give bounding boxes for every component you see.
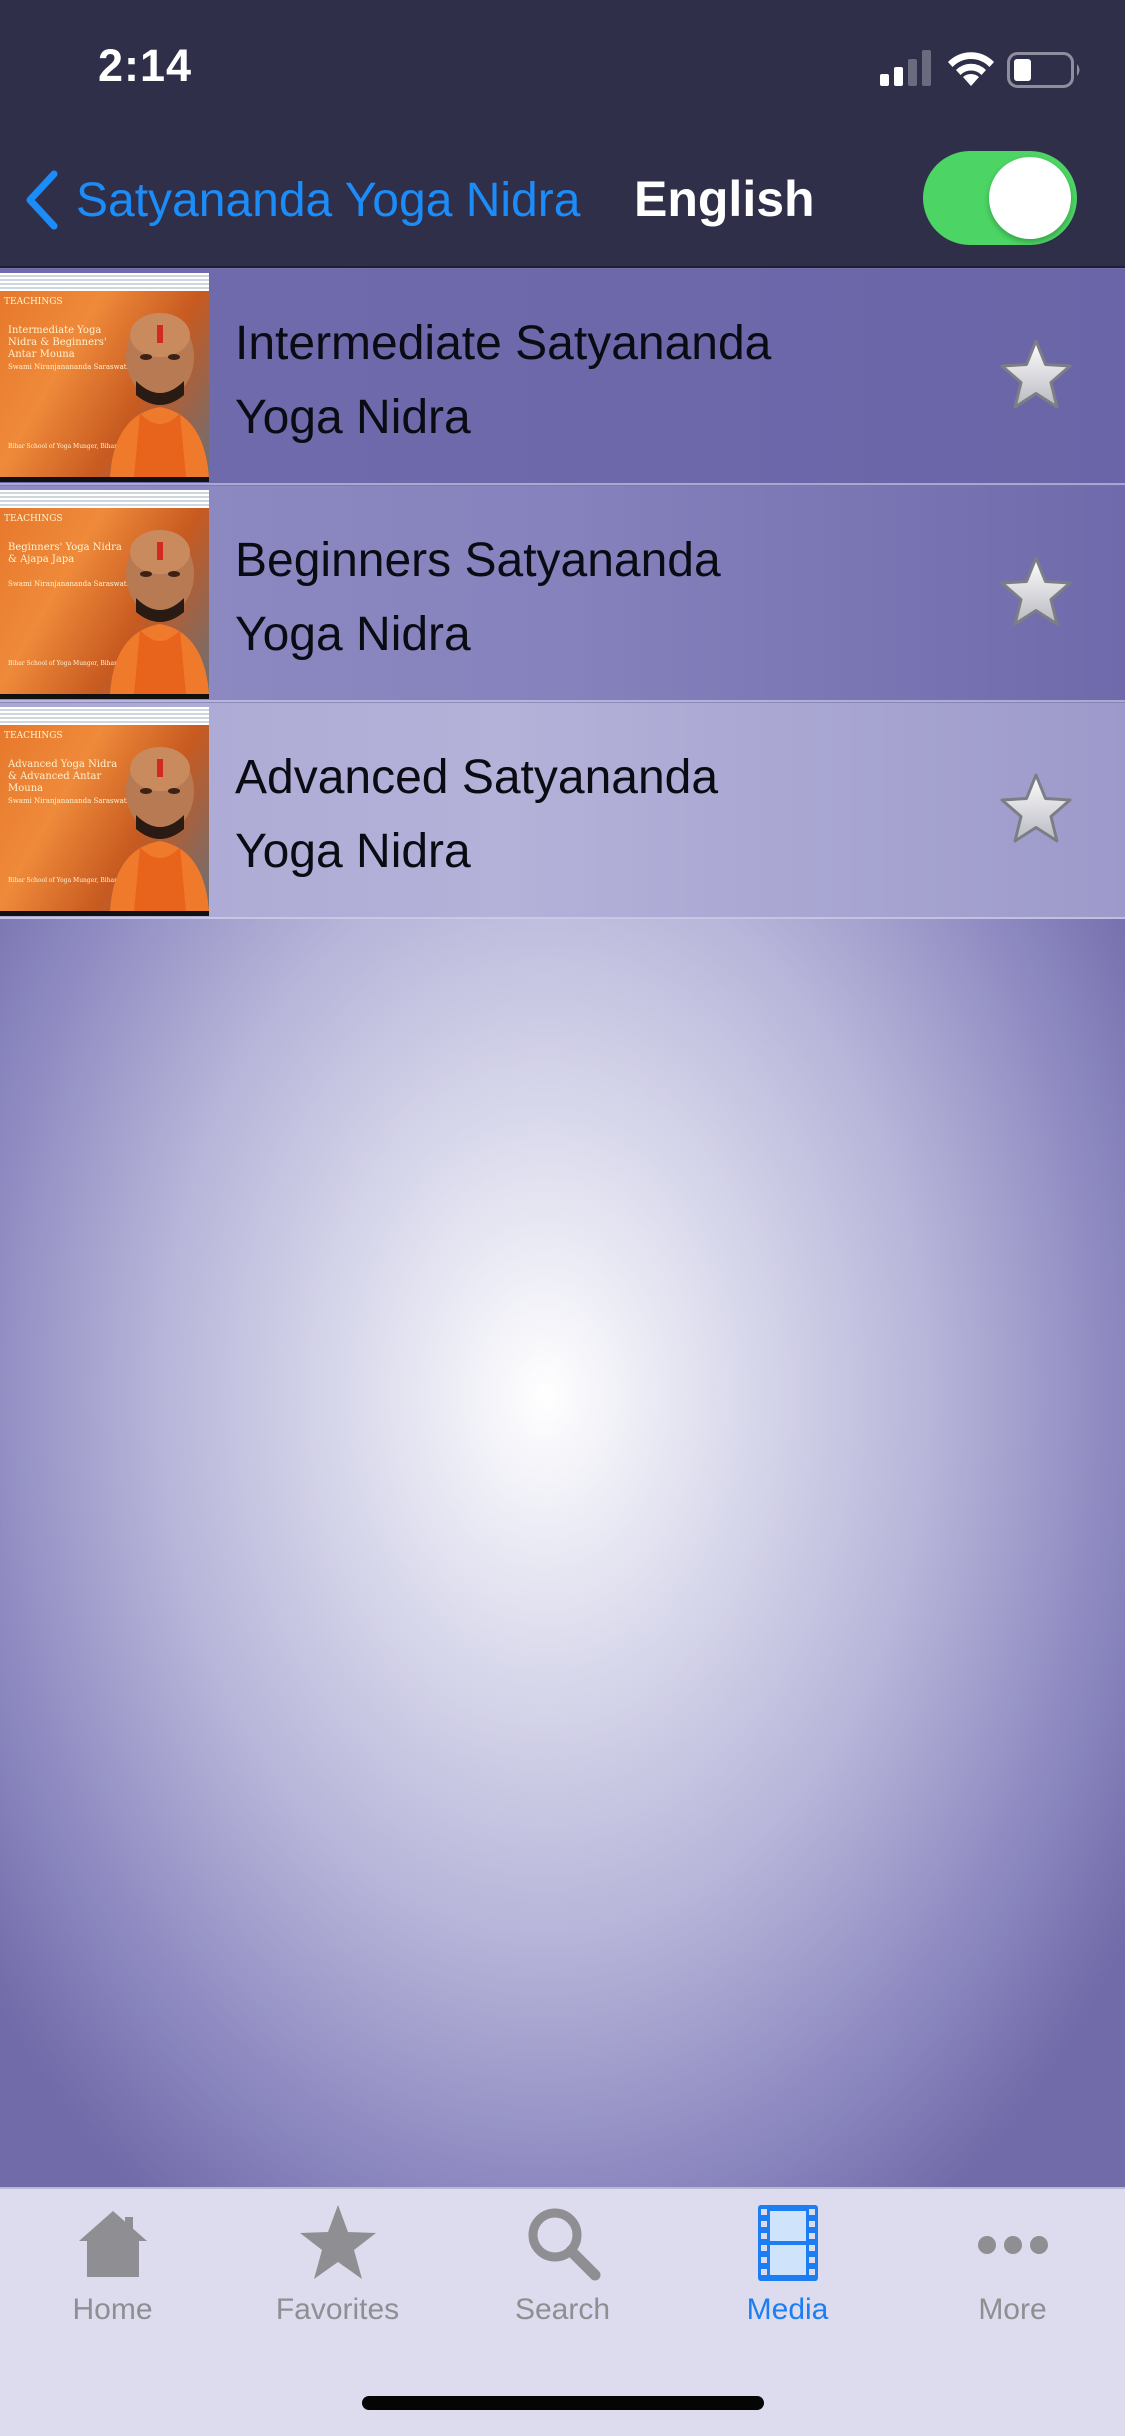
magnifier-icon xyxy=(528,2208,600,2281)
back-button[interactable]: Satyananda Yoga Nidra xyxy=(22,162,580,238)
tab-label-media: Media xyxy=(746,2293,829,2326)
film-icon xyxy=(757,2205,818,2281)
tab-favorites[interactable]: Favorites xyxy=(225,2203,450,2343)
tab-label-more: More xyxy=(978,2293,1047,2326)
toggle-knob xyxy=(989,157,1071,239)
status-bar: 2:14 xyxy=(0,0,1125,132)
battery-icon xyxy=(1007,52,1080,88)
house-icon xyxy=(78,2211,147,2277)
tab-more[interactable]: More xyxy=(900,2203,1125,2343)
thumbnail-brand: TEACHINGS xyxy=(4,731,63,741)
item-title: Advanced Satyananda Yoga Nidra xyxy=(235,751,719,878)
swami-portrait-image xyxy=(110,313,209,477)
thumbnail-header-stripes xyxy=(0,273,209,291)
language-toggle[interactable] xyxy=(923,151,1077,245)
navigation-bar: Satyananda Yoga Nidra English xyxy=(0,132,1125,268)
item-title: Beginners Satyananda Yoga Nidra xyxy=(235,534,721,661)
list-item[interactable]: TEACHINGS Intermediate Yoga Nidra & Begi… xyxy=(0,268,1125,485)
album-thumbnail: TEACHINGS Beginners' Yoga Nidra & Ajapa … xyxy=(0,490,209,699)
media-list: TEACHINGS Intermediate Yoga Nidra & Begi… xyxy=(0,268,1125,919)
back-button-label: Satyananda Yoga Nidra xyxy=(76,173,581,227)
tab-label-favorites: Favorites xyxy=(275,2293,400,2326)
album-thumbnail: TEACHINGS Intermediate Yoga Nidra & Begi… xyxy=(0,273,209,482)
item-title: Intermediate Satyananda Yoga Nidra xyxy=(235,317,772,444)
tab-search[interactable]: Search xyxy=(450,2203,675,2343)
favorite-star-icon[interactable] xyxy=(998,771,1074,847)
tab-label-search: Search xyxy=(514,2293,611,2326)
status-time: 2:14 xyxy=(98,40,193,91)
album-thumbnail: TEACHINGS Advanced Yoga Nidra & Advanced… xyxy=(0,707,209,916)
list-item[interactable]: TEACHINGS Advanced Yoga Nidra & Advanced… xyxy=(0,702,1125,919)
favorite-star-icon[interactable] xyxy=(998,554,1074,630)
wifi-icon xyxy=(948,52,994,86)
tab-media[interactable]: Media xyxy=(675,2203,900,2343)
thumbnail-brand: TEACHINGS xyxy=(4,514,63,524)
cellular-signal-icon xyxy=(880,50,931,86)
thumbnail-header-stripes xyxy=(0,707,209,725)
swami-portrait-image xyxy=(110,747,209,911)
star-icon xyxy=(299,2205,376,2279)
swami-portrait-image xyxy=(110,530,209,694)
tab-home[interactable]: Home xyxy=(0,2203,225,2343)
home-indicator[interactable] xyxy=(362,2396,764,2410)
thumbnail-header-stripes xyxy=(0,490,209,508)
chevron-left-icon xyxy=(26,170,58,230)
page-title: English xyxy=(634,171,815,227)
tab-label-home: Home xyxy=(72,2293,153,2326)
ellipsis-icon xyxy=(977,2236,1048,2254)
favorite-star-icon[interactable] xyxy=(998,337,1074,413)
list-item[interactable]: TEACHINGS Beginners' Yoga Nidra & Ajapa … xyxy=(0,485,1125,702)
thumbnail-brand: TEACHINGS xyxy=(4,297,63,307)
